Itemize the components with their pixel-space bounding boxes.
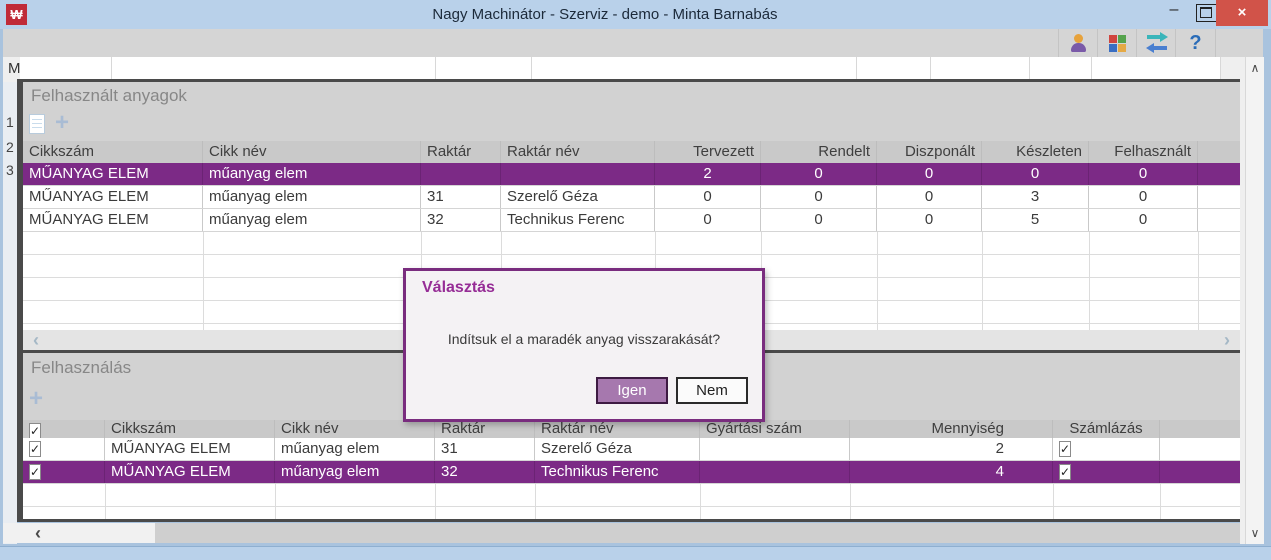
document-button[interactable] <box>29 114 45 134</box>
row-checkbox-checked[interactable]: ✓ <box>29 464 42 480</box>
materials-row[interactable]: MŰANYAG ELEM műanyag elem 31 Szerelő Géz… <box>23 186 1240 209</box>
col-header-diszponalt[interactable]: Diszponált <box>877 141 982 163</box>
materials-panel-header: Felhasznált anyagok + <box>23 82 1240 141</box>
usage-empty-rows <box>23 484 1240 519</box>
scroll-left-icon[interactable]: ‹ <box>35 523 41 543</box>
add-material-button[interactable]: + <box>55 111 69 135</box>
transfer-arrows-icon <box>1145 32 1169 53</box>
col-header-raktar[interactable]: Raktár <box>421 141 501 163</box>
materials-row[interactable]: MŰANYAG ELEM műanyag elem 32 Technikus F… <box>23 209 1240 232</box>
user-button[interactable] <box>1058 29 1098 57</box>
col-header-mennyiseg[interactable]: Mennyiség <box>850 420 1053 438</box>
close-button[interactable]: × <box>1216 0 1268 26</box>
billing-checkbox-checked[interactable]: ✓ <box>1059 464 1072 480</box>
usage-section-title: Felhasználás <box>31 358 132 377</box>
vertical-scrollbar[interactable]: ∧ ∨ <box>1245 57 1264 544</box>
col-header-cikkszam[interactable]: Cikkszám <box>105 420 275 438</box>
add-usage-button[interactable]: + <box>29 387 43 411</box>
usage-row-selected[interactable]: ✓ MŰANYAG ELEM műanyag elem 32 Technikus… <box>23 461 1240 484</box>
modules-button[interactable] <box>1097 29 1137 57</box>
yes-button[interactable]: Igen <box>596 377 668 404</box>
materials-section-title: Felhasznált anyagok <box>31 86 187 105</box>
background-row-numbers: 1 2 3 <box>3 82 17 544</box>
dialog-message: Indítsuk el a maradék anyag visszarakásá… <box>447 331 721 347</box>
materials-row-selected[interactable]: MŰANYAG ELEM műanyag elem 2 0 0 0 0 <box>23 163 1240 186</box>
materials-header-row: Cikkszám Cikk név Raktár Raktár név Terv… <box>23 141 1240 163</box>
bottom-hscrollbar[interactable]: ‹ <box>3 523 1245 543</box>
panel-border-bottom <box>17 519 1240 522</box>
usage-header-row: ✓ Cikkszám Cikk név Raktár Raktár név Gy… <box>23 420 1240 438</box>
row-checkbox-checked[interactable]: ✓ <box>29 441 42 457</box>
col-header-cikknev[interactable]: Cikk név <box>275 420 435 438</box>
scrollbar-thumb[interactable] <box>3 523 155 543</box>
select-all-checkbox[interactable]: ✓ <box>23 420 105 438</box>
transfer-button[interactable] <box>1136 29 1176 57</box>
scroll-left-icon[interactable]: ‹ <box>33 330 39 350</box>
window-bottom-border <box>0 546 1271 560</box>
col-header-tervezett[interactable]: Tervezett <box>655 141 761 163</box>
col-header-cikkszam[interactable]: Cikkszám <box>23 141 203 163</box>
dialog-title: Választás <box>422 279 495 296</box>
maximize-icon <box>1200 7 1212 18</box>
col-header-keszleten[interactable]: Készleten <box>982 141 1089 163</box>
no-button[interactable]: Nem <box>676 377 748 404</box>
background-grid-row <box>20 57 1221 80</box>
question-icon: ? <box>1189 31 1202 54</box>
toolbar: ? <box>3 29 1263 57</box>
scroll-down-icon[interactable]: ∨ <box>1246 526 1264 540</box>
checkbox-checked[interactable]: ✓ <box>29 423 42 438</box>
col-header-felhasznalt[interactable]: Felhasznált <box>1089 141 1198 163</box>
application-window: ₩ Nagy Machinátor - Szerviz - demo - Min… <box>0 0 1271 560</box>
scroll-up-icon[interactable]: ∧ <box>1246 61 1264 75</box>
user-icon <box>1070 34 1088 52</box>
col-header-cikknev[interactable]: Cikk név <box>203 141 421 163</box>
choice-dialog: Választás Indítsuk el a maradék anyag vi… <box>403 268 765 422</box>
billing-checkbox-checked[interactable]: ✓ <box>1059 441 1072 457</box>
minimize-button[interactable]: – <box>1158 0 1190 26</box>
col-header-rendelt[interactable]: Rendelt <box>761 141 877 163</box>
usage-row[interactable]: ✓ MŰANYAG ELEM műanyag elem 31 Szerelő G… <box>23 438 1240 461</box>
clipped-text: M <box>8 60 21 77</box>
col-header-blank <box>1198 141 1240 163</box>
col-header-raktarnev[interactable]: Raktár név <box>501 141 655 163</box>
scroll-right-icon[interactable]: › <box>1224 330 1230 350</box>
titlebar[interactable]: ₩ Nagy Machinátor - Szerviz - demo - Min… <box>0 0 1271 29</box>
col-header-raktarnev[interactable]: Raktár név <box>535 420 700 438</box>
window-title: Nagy Machinátor - Szerviz - demo - Minta… <box>432 6 778 23</box>
col-header-szamlazas[interactable]: Számlázás <box>1053 420 1160 438</box>
col-header-gyartasiszam[interactable]: Gyártási szám <box>700 420 850 438</box>
help-button[interactable]: ? <box>1175 29 1216 57</box>
modules-grid-icon <box>1109 34 1126 52</box>
col-header-raktar[interactable]: Raktár <box>435 420 535 438</box>
